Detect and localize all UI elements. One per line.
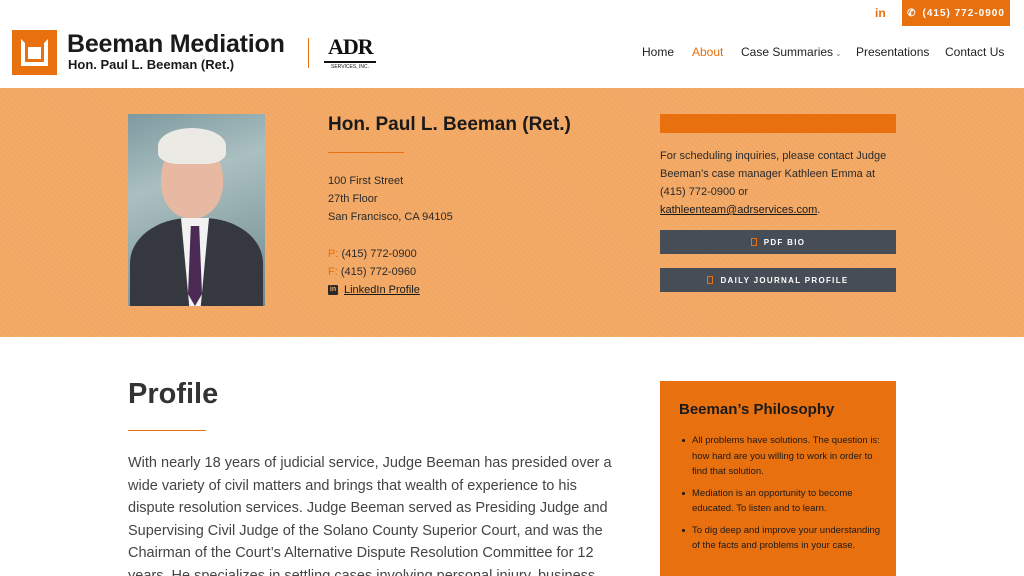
nav-home[interactable]: Home <box>642 45 674 59</box>
document-icon <box>707 276 714 284</box>
fax-line-label: F: <box>328 266 338 278</box>
philosophy-item: Mediation is an opportunity to become ed… <box>680 486 880 517</box>
philosophy-item: All problems have solutions. The questio… <box>680 433 880 480</box>
nav-case-summaries[interactable]: Case Summaries ⌄ <box>741 45 842 59</box>
phone-number[interactable]: (415) 772-0900 <box>341 248 416 260</box>
name-divider <box>328 152 404 153</box>
daily-journal-button[interactable]: DAILY JOURNAL PROFILE <box>660 268 896 292</box>
philosophy-item: To dig deep and improve your understandi… <box>680 523 880 554</box>
main-nav: Home About Case Summaries ⌄ Presentations… <box>0 45 1024 61</box>
philosophy-heading: Beeman’s Philosophy <box>679 401 835 418</box>
linkedin-small-icon: in <box>328 285 338 295</box>
nav-presentations[interactable]: Presentations <box>856 45 929 59</box>
address-line-1: 100 First Street <box>328 175 404 187</box>
accent-bar <box>660 114 896 133</box>
scheduling-text-end: . <box>817 204 821 216</box>
linkedin-profile-link[interactable]: LinkedIn Profile <box>344 284 420 296</box>
profile-heading: Profile <box>128 378 219 410</box>
scheduling-email-link[interactable]: kathleenteam@adrservices.com <box>660 204 817 216</box>
phone-line: P: (415) 772-0900 <box>328 248 417 260</box>
profile-divider <box>128 430 206 431</box>
address-line-2: 27th Floor <box>328 193 378 205</box>
site-header: Beeman Mediation Hon. Paul L. Beeman (Re… <box>0 0 1024 88</box>
scheduling-text-body: For scheduling inquiries, please contact… <box>660 150 887 198</box>
header-phone-button[interactable]: ✆ (415) 772-0900 <box>902 0 1010 26</box>
adr-logo-subtext: SERVICES, INC. <box>324 61 376 70</box>
pdf-bio-button[interactable]: PDF BIO <box>660 230 896 254</box>
judge-photo <box>128 114 265 306</box>
chevron-down-icon: ⌄ <box>835 49 842 58</box>
philosophy-list: All problems have solutions. The questio… <box>680 433 880 560</box>
linkedin-icon[interactable]: in <box>875 6 886 20</box>
pdf-bio-label: PDF BIO <box>763 237 806 247</box>
scheduling-text: For scheduling inquiries, please contact… <box>660 147 896 219</box>
linkedin-profile-row: in LinkedIn Profile <box>328 284 420 296</box>
nav-contact-us[interactable]: Contact Us <box>945 45 1004 59</box>
header-phone-label: (415) 772-0900 <box>922 7 1005 19</box>
profile-body: With nearly 18 years of judicial service… <box>128 455 612 576</box>
fax-number: (415) 772-0960 <box>340 266 417 278</box>
fax-line: F: (415) 772-0960 <box>328 266 416 278</box>
philosophy-box: Beeman’s Philosophy All problems have so… <box>660 381 896 576</box>
phone-icon: ✆ <box>907 7 917 19</box>
daily-journal-label: DAILY JOURNAL PROFILE <box>720 275 849 285</box>
address-line-3: San Francisco, CA 94105 <box>328 211 453 223</box>
phone-line-label: P: <box>328 248 339 260</box>
judge-name-heading: Hon. Paul L. Beeman (Ret.) <box>328 114 571 135</box>
nav-about[interactable]: About <box>692 45 723 59</box>
document-icon <box>750 238 757 246</box>
nav-case-summaries-label: Case Summaries <box>741 45 834 59</box>
